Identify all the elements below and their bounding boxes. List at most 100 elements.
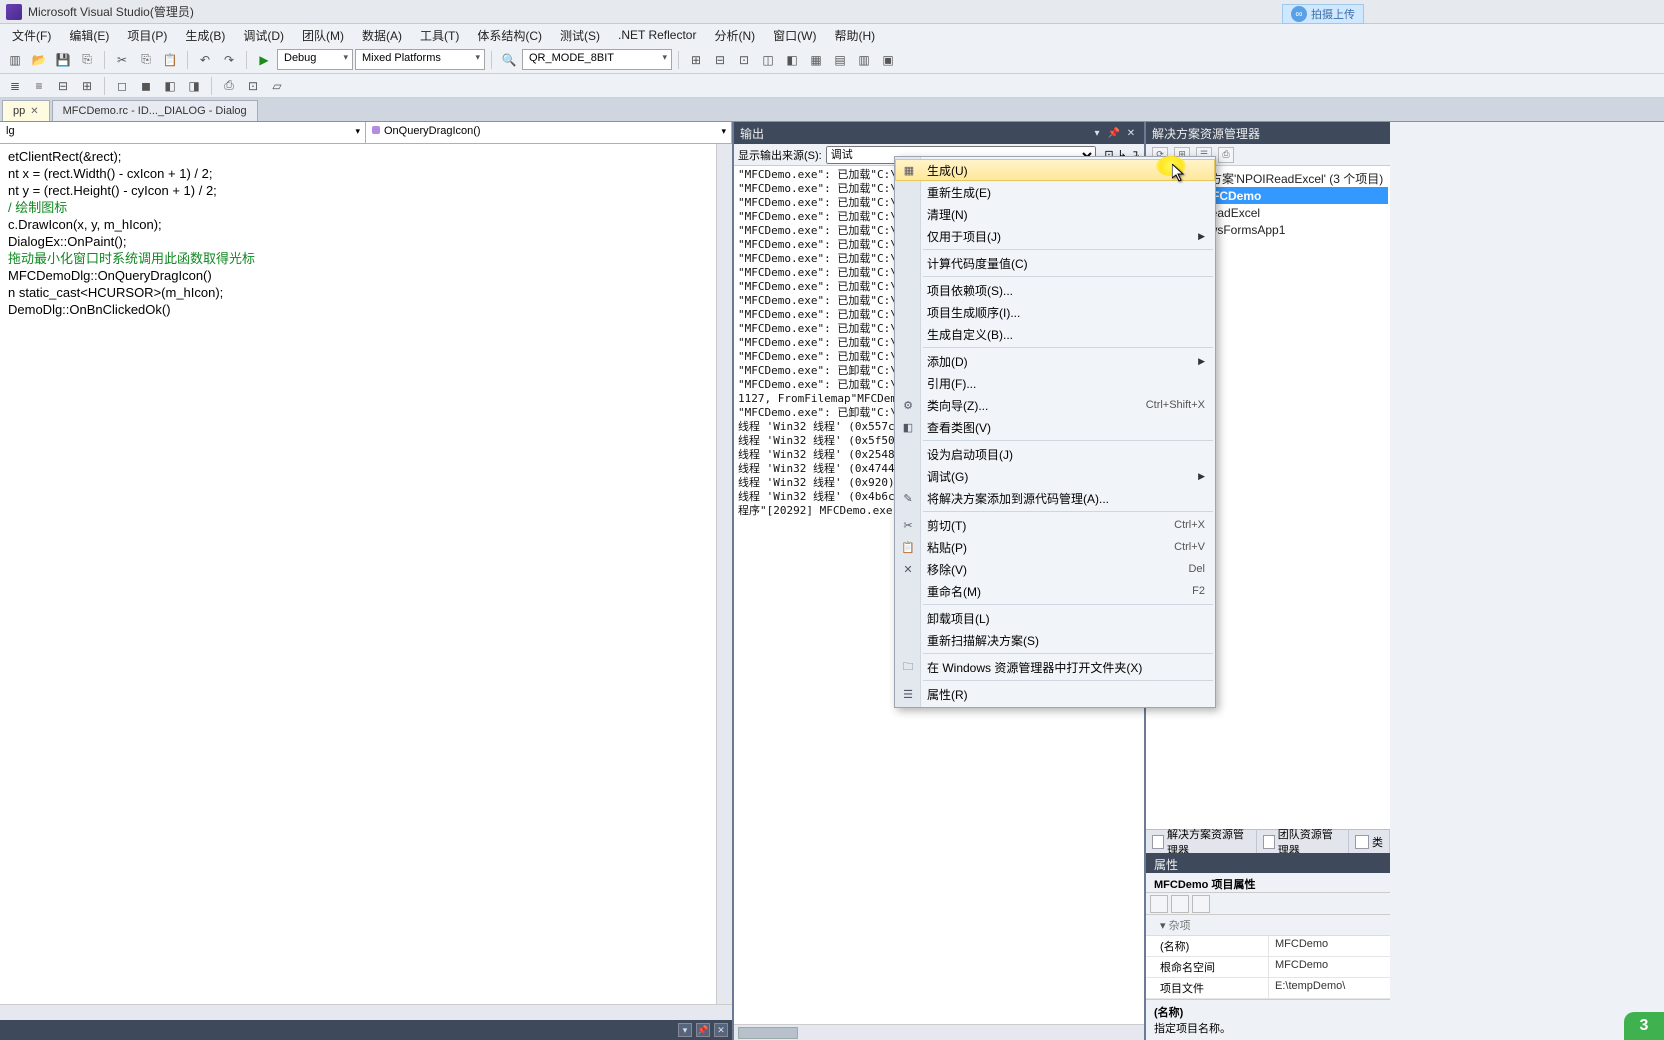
pane-dropdown-icon[interactable]: ▾: [678, 1023, 692, 1037]
tb2-4-icon[interactable]: ⊞: [76, 75, 98, 97]
tb-d-icon[interactable]: ◫: [757, 49, 779, 71]
code-editor[interactable]: etClientRect(&rect);nt x = (rect.Width()…: [0, 144, 732, 1004]
menu-tools[interactable]: 工具(T): [412, 25, 467, 46]
scope-combo-right[interactable]: OnQueryDragIcon(): [366, 122, 732, 143]
tb-copy-icon[interactable]: ⎘: [135, 49, 157, 71]
prop-row-0[interactable]: (名称)MFCDemo: [1146, 936, 1390, 957]
baidu-upload-button[interactable]: ∞ 拍摄上传: [1282, 4, 1364, 24]
tb-new-icon[interactable]: ▥: [4, 49, 26, 71]
menu-debug[interactable]: 调试(D): [235, 25, 292, 46]
close-icon[interactable]: ✕: [30, 106, 38, 117]
ctx-item-30[interactable]: ☰属性(R): [895, 683, 1215, 705]
ctx-item-11[interactable]: 添加(D)▶: [895, 350, 1215, 372]
tb2-6-icon[interactable]: ◼: [135, 75, 157, 97]
project-context-menu[interactable]: ▦生成(U)重新生成(E)清理(N)仅用于项目(J)▶ 计算代码度量值(C) 项目依…: [894, 156, 1216, 708]
tb-c-icon[interactable]: ⊡: [733, 49, 755, 71]
tb-find-icon[interactable]: 🔍: [498, 49, 520, 71]
ctx-item-8[interactable]: 项目生成顺序(I)...: [895, 301, 1215, 323]
tb-b-icon[interactable]: ⊟: [709, 49, 731, 71]
sln-tb4-icon[interactable]: ⎙: [1218, 147, 1234, 163]
ctx-item-28[interactable]: 🗀在 Windows 资源管理器中打开文件夹(X): [895, 656, 1215, 678]
target-combo[interactable]: QR_MODE_8BIT: [522, 49, 672, 70]
menu-edit[interactable]: 编辑(E): [61, 25, 117, 46]
pane-pin-icon[interactable]: 📌: [696, 1023, 710, 1037]
ctx-item-3[interactable]: 仅用于项目(J)▶: [895, 225, 1215, 247]
tb-a-icon[interactable]: ⊞: [685, 49, 707, 71]
editor-hscrollbar[interactable]: [0, 1004, 732, 1020]
tb-saveall-icon[interactable]: ⎘: [76, 49, 98, 71]
prop-row-2[interactable]: 项目文件E:\tempDemo\: [1146, 978, 1390, 999]
doctab-1[interactable]: MFCDemo.rc - ID..._DIALOG - Dialog: [52, 100, 258, 121]
ctx-item-25[interactable]: 卸载项目(L): [895, 607, 1215, 629]
tb-paste-icon[interactable]: 📋: [159, 49, 181, 71]
menu-analyze[interactable]: 分析(N): [706, 25, 763, 46]
sln-tab-class[interactable]: 类: [1349, 830, 1390, 854]
menu-test[interactable]: 测试(S): [552, 25, 608, 46]
properties-grid[interactable]: 杂项 (名称)MFCDemo 根命名空间MFCDemo 项目文件E:\tempD…: [1146, 915, 1390, 999]
tb-i-icon[interactable]: ▣: [877, 49, 899, 71]
ctx-item-23[interactable]: 重命名(M)F2: [895, 580, 1215, 602]
tb-redo-icon[interactable]: ↷: [218, 49, 240, 71]
ctx-item-9[interactable]: 生成自定义(B)...: [895, 323, 1215, 345]
tb2-10-icon[interactable]: ⊡: [242, 75, 264, 97]
tb-undo-icon[interactable]: ↶: [194, 49, 216, 71]
prop-page-icon[interactable]: [1192, 895, 1210, 913]
platform-combo[interactable]: Mixed Platforms: [355, 49, 485, 70]
ctx-item-2[interactable]: 清理(N): [895, 203, 1215, 225]
ctx-item-26[interactable]: 重新扫描解决方案(S): [895, 629, 1215, 651]
menu-data[interactable]: 数据(A): [354, 25, 410, 46]
prop-cat-icon[interactable]: [1150, 895, 1168, 913]
menu-file[interactable]: 文件(F): [4, 25, 59, 46]
tb-save-icon[interactable]: 💾: [52, 49, 74, 71]
tb-g-icon[interactable]: ▤: [829, 49, 851, 71]
prop-row-1[interactable]: 根命名空间MFCDemo: [1146, 957, 1390, 978]
ctx-item-16[interactable]: 设为启动项目(J): [895, 443, 1215, 465]
menu-help[interactable]: 帮助(H): [826, 25, 883, 46]
ctx-item-1[interactable]: 重新生成(E): [895, 181, 1215, 203]
menu-project[interactable]: 项目(P): [119, 25, 175, 46]
output-close-icon[interactable]: ✕: [1124, 126, 1138, 140]
pane-close-icon[interactable]: ✕: [714, 1023, 728, 1037]
output-dropdown-icon[interactable]: ▾: [1090, 126, 1104, 140]
scope-combo-left[interactable]: lg: [0, 122, 366, 143]
ctx-item-shortcut: Ctrl+V: [1174, 541, 1205, 553]
tb2-2-icon[interactable]: ≡: [28, 75, 50, 97]
tb-cut-icon[interactable]: ✂: [111, 49, 133, 71]
ctx-item-14[interactable]: ◧查看类图(V): [895, 416, 1215, 438]
output-pin-icon[interactable]: 📌: [1107, 126, 1121, 140]
tb2-1-icon[interactable]: ≣: [4, 75, 26, 97]
doctab-0[interactable]: pp ✕: [2, 100, 50, 121]
tb-e-icon[interactable]: ◧: [781, 49, 803, 71]
tb2-11-icon[interactable]: ▱: [266, 75, 288, 97]
prop-az-icon[interactable]: [1171, 895, 1189, 913]
ctx-item-5[interactable]: 计算代码度量值(C): [895, 252, 1215, 274]
editor-vscrollbar[interactable]: [716, 144, 732, 1004]
ctx-item-21[interactable]: 📋粘贴(P)Ctrl+V: [895, 536, 1215, 558]
tb2-3-icon[interactable]: ⊟: [52, 75, 74, 97]
ctx-item-18[interactable]: ✎将解决方案添加到源代码管理(A)...: [895, 487, 1215, 509]
menu-architecture[interactable]: 体系结构(C): [469, 25, 550, 46]
ctx-item-20[interactable]: ✂剪切(T)Ctrl+X: [895, 514, 1215, 536]
ctx-item-17[interactable]: 调试(G)▶: [895, 465, 1215, 487]
tb-h-icon[interactable]: ▥: [853, 49, 875, 71]
ctx-item-12[interactable]: 引用(F)...: [895, 372, 1215, 394]
output-hscrollbar[interactable]: [734, 1024, 1144, 1040]
tb2-5-icon[interactable]: ◻: [111, 75, 133, 97]
config-combo[interactable]: Debug: [277, 49, 353, 70]
tb-start-icon[interactable]: ▶: [253, 49, 275, 71]
tb2-9-icon[interactable]: ⎙: [218, 75, 240, 97]
menu-reflector[interactable]: .NET Reflector: [610, 26, 704, 44]
tb-open-icon[interactable]: 📂: [28, 49, 50, 71]
menu-team[interactable]: 团队(M): [294, 25, 352, 46]
menu-build[interactable]: 生成(B): [177, 25, 233, 46]
tb2-8-icon[interactable]: ◨: [183, 75, 205, 97]
properties-toolbar: [1146, 893, 1390, 915]
ctx-item-7[interactable]: 项目依赖项(S)...: [895, 279, 1215, 301]
prop-category[interactable]: 杂项: [1146, 915, 1390, 936]
tb-f-icon[interactable]: ▦: [805, 49, 827, 71]
tb2-7-icon[interactable]: ◧: [159, 75, 181, 97]
ctx-item-0[interactable]: ▦生成(U): [895, 159, 1215, 181]
ctx-item-13[interactable]: ⚙类向导(Z)...Ctrl+Shift+X: [895, 394, 1215, 416]
menu-window[interactable]: 窗口(W): [765, 25, 824, 46]
ctx-item-22[interactable]: ✕移除(V)Del: [895, 558, 1215, 580]
